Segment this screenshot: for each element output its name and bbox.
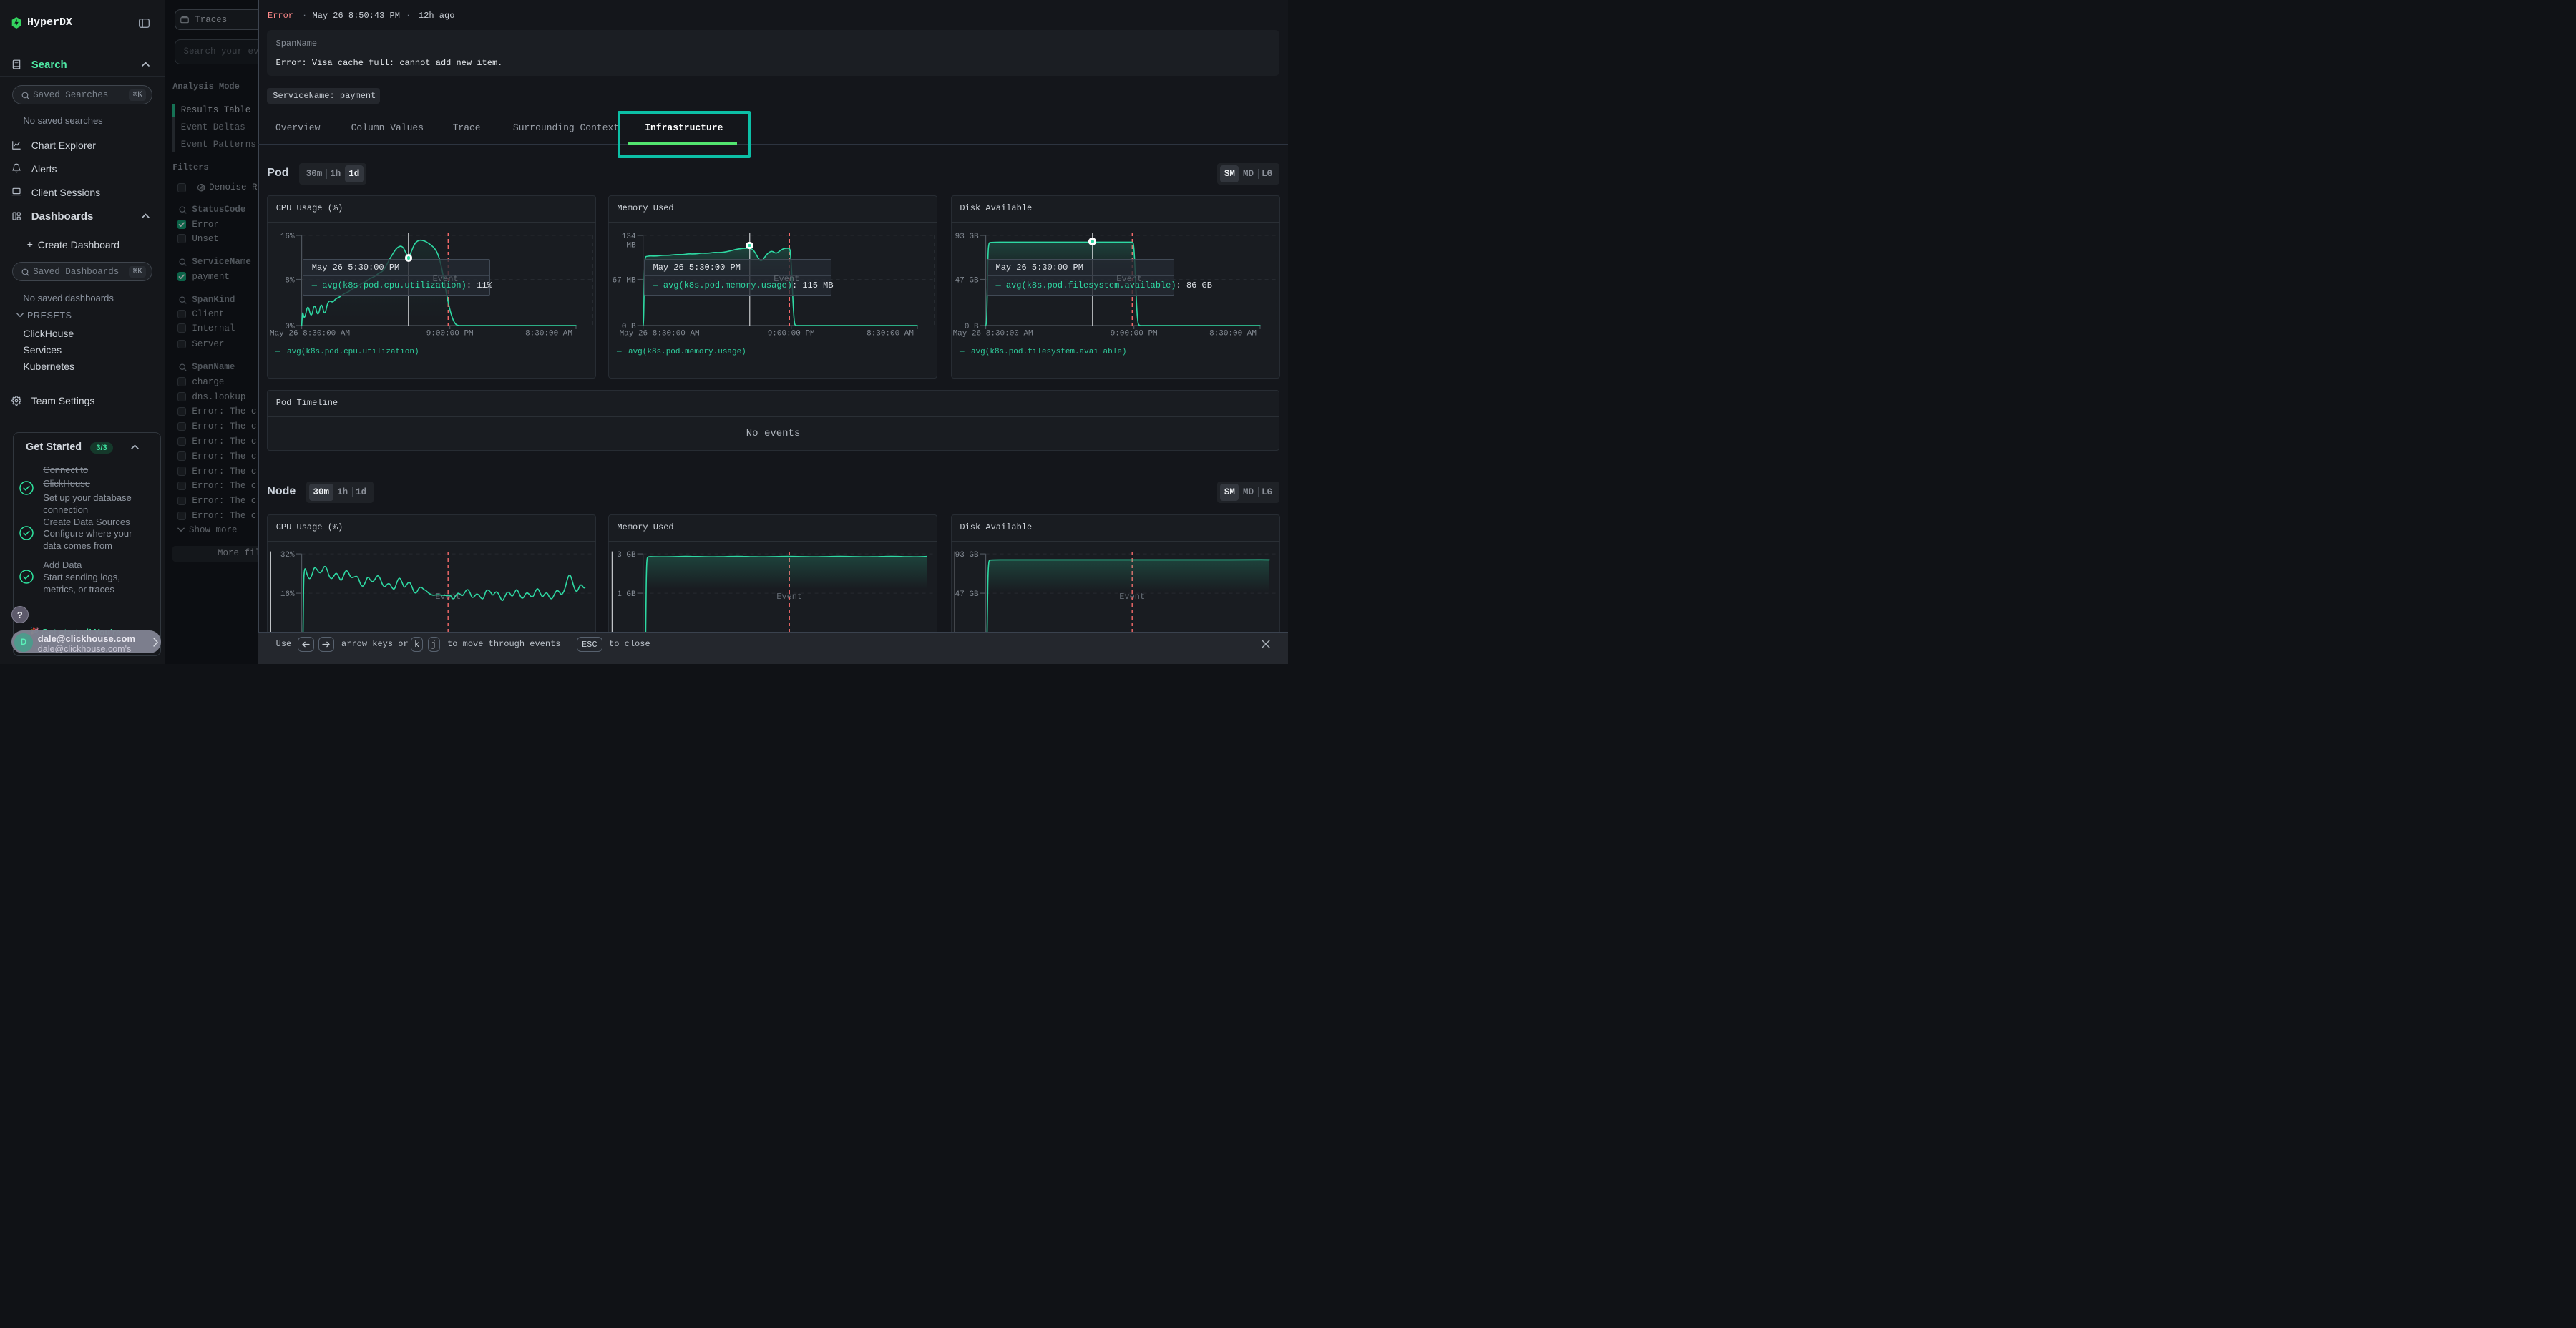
svg-text:—: — [275,348,280,356]
svg-text:9:00:00 PM: 9:00:00 PM [426,329,474,338]
svg-text:134MB: 134MB [622,233,636,250]
svg-text:8:30:00 AM: 8:30:00 AM [867,329,914,338]
svg-text:16%: 16% [280,590,295,599]
svg-text:avg(k8s.pod.filesystem.availab: avg(k8s.pod.filesystem.available) [971,348,1127,356]
svg-text:8:30:00 AM: 8:30:00 AM [525,329,572,338]
svg-text:9:00:00 PM: 9:00:00 PM [768,329,815,338]
svg-text:9:00:00 PM: 9:00:00 PM [1111,329,1158,338]
svg-text:1 GB: 1 GB [617,590,636,599]
svg-text:—: — [616,348,622,356]
svg-text:8%: 8% [286,277,296,285]
svg-text:May 26 8:30:00 AM: May 26 8:30:00 AM [270,329,350,338]
svg-text:3 GB: 3 GB [617,551,636,560]
svg-text:47 GB: 47 GB [955,590,979,599]
svg-text:avg(k8s.pod.cpu.utilization): avg(k8s.pod.cpu.utilization) [287,348,419,356]
svg-text:—: — [959,348,965,356]
svg-text:93 GB: 93 GB [955,233,979,241]
svg-text:May 26 8:30:00 AM: May 26 8:30:00 AM [953,329,1033,338]
svg-text:93 GB: 93 GB [955,551,979,560]
svg-text:8:30:00 AM: 8:30:00 AM [1209,329,1257,338]
svg-text:47 GB: 47 GB [955,277,979,285]
svg-text:32%: 32% [280,551,295,560]
svg-text:67 MB: 67 MB [613,277,636,285]
svg-text:avg(k8s.pod.memory.usage): avg(k8s.pod.memory.usage) [628,348,746,356]
svg-text:16%: 16% [280,233,295,241]
svg-text:May 26 8:30:00 AM: May 26 8:30:00 AM [620,329,700,338]
